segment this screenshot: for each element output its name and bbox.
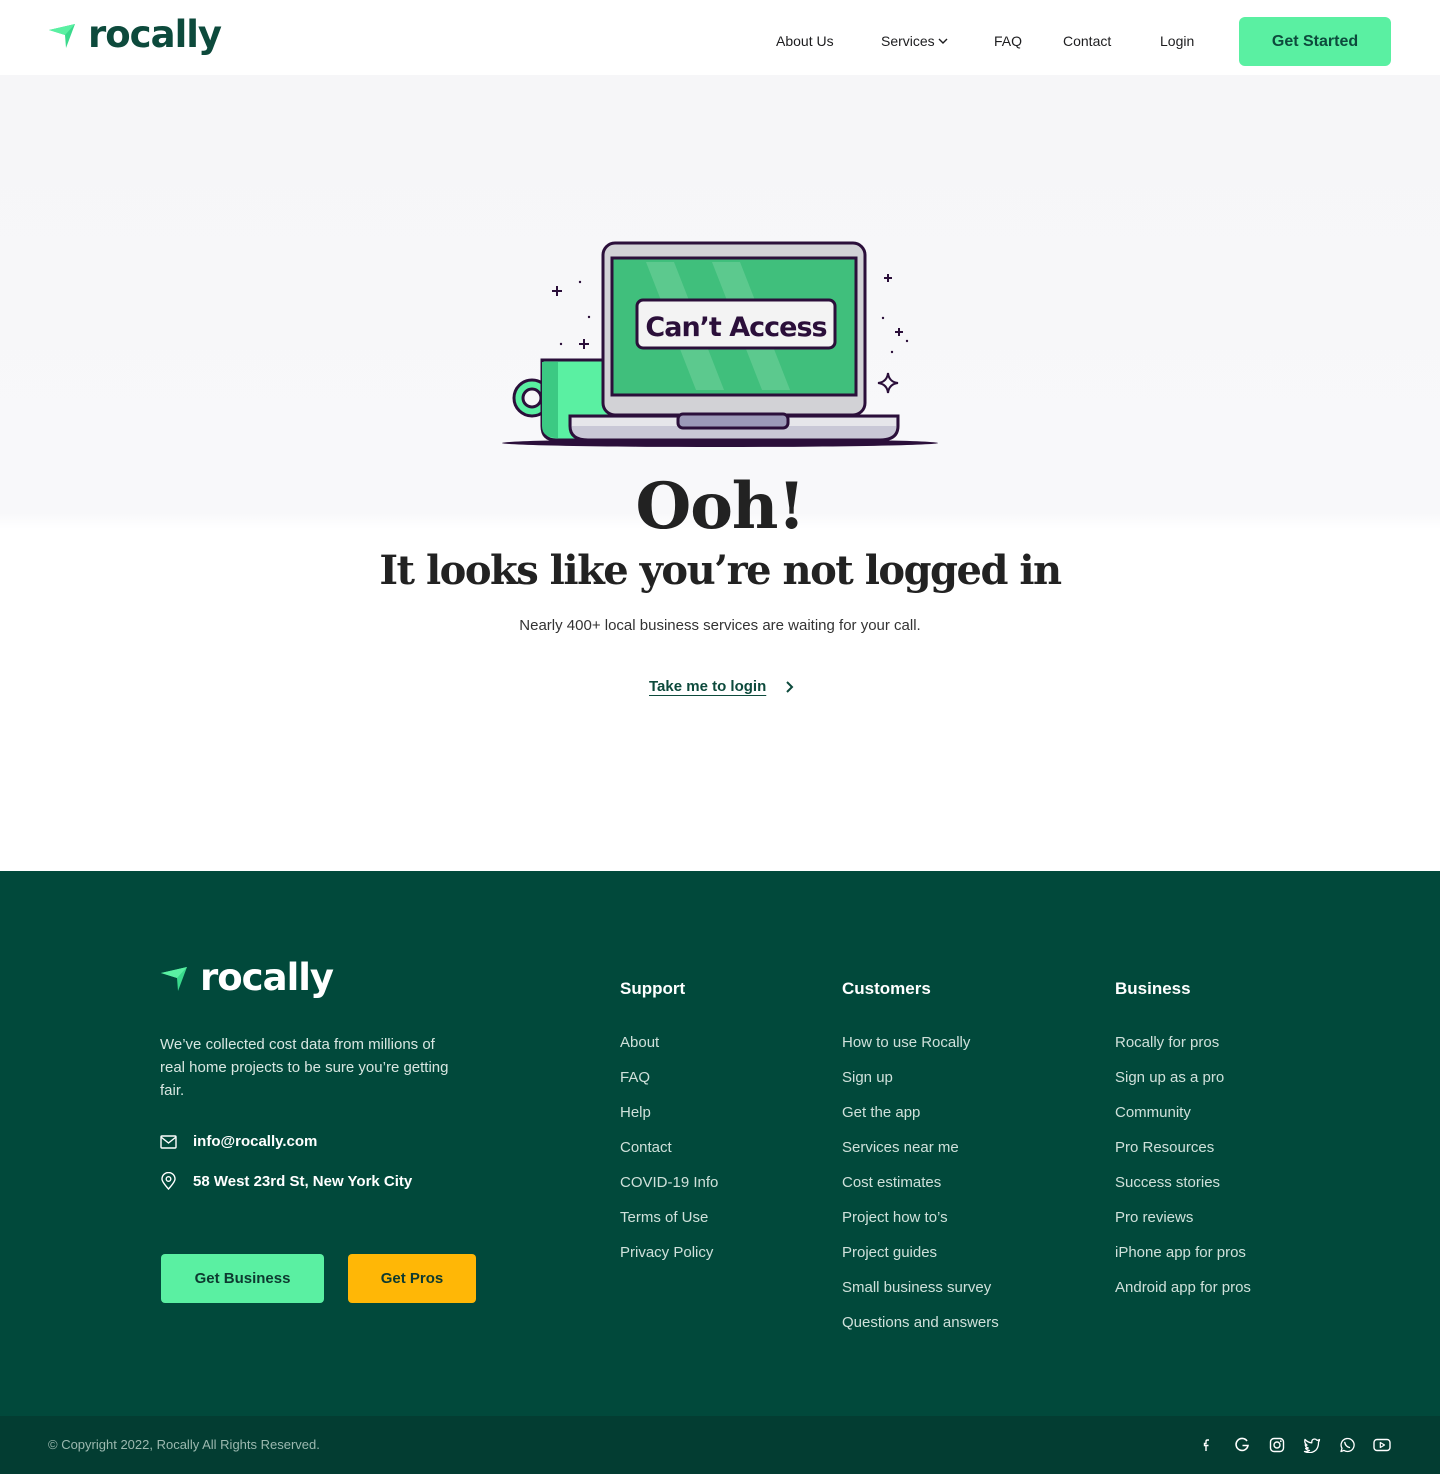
- nav-login[interactable]: Login: [1160, 31, 1194, 51]
- footer-column-support: Support About FAQ Help Contact COVID-19 …: [620, 978, 718, 1278]
- footer-link-pro-reviews[interactable]: Pro reviews: [1115, 1208, 1251, 1243]
- chevron-right-icon[interactable]: [785, 680, 795, 694]
- instagram-icon[interactable]: [1267, 1435, 1287, 1455]
- get-pros-button[interactable]: Get Pros: [348, 1254, 476, 1303]
- footer-bottom-bar: © Copyright 2022, Rocally All Rights Res…: [0, 1416, 1440, 1474]
- nav-faq[interactable]: FAQ: [994, 31, 1022, 51]
- google-icon[interactable]: [1232, 1435, 1252, 1455]
- footer-link-get-app[interactable]: Get the app: [842, 1103, 999, 1138]
- footer-link-cost-estimates[interactable]: Cost estimates: [842, 1173, 999, 1208]
- footer-link-project-guides[interactable]: Project guides: [842, 1243, 999, 1278]
- footer-link-covid-info[interactable]: COVID-19 Info: [620, 1173, 718, 1208]
- nav-about-us[interactable]: About Us: [776, 31, 834, 51]
- get-business-button[interactable]: Get Business: [161, 1254, 324, 1303]
- mail-icon: [160, 1134, 177, 1149]
- footer-link-rocally-for-pros[interactable]: Rocally for pros: [1115, 1033, 1251, 1068]
- footer-link-community[interactable]: Community: [1115, 1103, 1251, 1138]
- get-started-button[interactable]: Get Started: [1239, 17, 1391, 66]
- whatsapp-icon[interactable]: [1337, 1435, 1357, 1455]
- footer-email-text: info@rocally.com: [193, 1133, 318, 1150]
- footer-column-title: Support: [620, 979, 686, 998]
- social-links: [1197, 1435, 1392, 1455]
- chevron-down-icon: [938, 38, 948, 45]
- footer-link-faq[interactable]: FAQ: [620, 1068, 718, 1103]
- footer-link-privacy[interactable]: Privacy Policy: [620, 1243, 718, 1278]
- footer-column-title: Customers: [842, 979, 931, 998]
- site-footer: rocally We’ve collected cost data from m…: [0, 871, 1440, 1416]
- youtube-icon[interactable]: [1372, 1435, 1392, 1455]
- nav-services-label: Services: [881, 33, 935, 49]
- site-header: rocally About Us Services FAQ Contact Lo…: [0, 0, 1440, 75]
- twitter-icon[interactable]: [1302, 1435, 1322, 1455]
- footer-link-services-near-me[interactable]: Services near me: [842, 1138, 999, 1173]
- footer-about-text: We’ve collected cost data from millions …: [160, 1036, 449, 1099]
- page-subtitle: It looks like you’re not logged in: [379, 547, 1062, 594]
- footer-link-how-to-use[interactable]: How to use Rocally: [842, 1033, 999, 1068]
- footer-link-help[interactable]: Help: [620, 1103, 718, 1138]
- nav-contact[interactable]: Contact: [1063, 31, 1111, 51]
- take-me-to-login-link[interactable]: Take me to login: [649, 677, 766, 697]
- page-description: Nearly 400+ local business services are …: [519, 617, 921, 634]
- footer-link-questions[interactable]: Questions and answers: [842, 1313, 999, 1348]
- facebook-icon[interactable]: [1197, 1435, 1217, 1455]
- page-title: Ooh!: [635, 469, 805, 544]
- footer-link-android-app[interactable]: Android app for pros: [1115, 1278, 1251, 1313]
- footer-link-business-survey[interactable]: Small business survey: [842, 1278, 999, 1313]
- footer-link-about[interactable]: About: [620, 1033, 718, 1068]
- footer-link-sign-up[interactable]: Sign up: [842, 1068, 999, 1103]
- footer-address-text: 58 West 23rd St, New York City: [193, 1172, 413, 1190]
- footer-logo-text: rocally: [200, 956, 334, 999]
- footer-link-contact[interactable]: Contact: [620, 1138, 718, 1173]
- footer-column-title: Business: [1115, 979, 1191, 998]
- footer-link-sign-up-pro[interactable]: Sign up as a pro: [1115, 1068, 1251, 1103]
- cant-access-text: Can’t Access: [645, 312, 826, 343]
- location-pin-icon: [161, 1172, 176, 1190]
- footer-link-project-how-tos[interactable]: Project how to’s: [842, 1208, 999, 1243]
- footer-column-customers: Customers How to use Rocally Sign up Get…: [842, 978, 999, 1348]
- footer-link-terms[interactable]: Terms of Use: [620, 1208, 718, 1243]
- footer-link-pro-resources[interactable]: Pro Resources: [1115, 1138, 1251, 1173]
- cant-access-illustration: Can’t Access: [502, 241, 938, 447]
- footer-logo[interactable]: rocally: [160, 956, 334, 999]
- footer-column-business: Business Rocally for pros Sign up as a p…: [1115, 978, 1251, 1313]
- footer-link-success-stories[interactable]: Success stories: [1115, 1173, 1251, 1208]
- nav-services[interactable]: Services: [881, 31, 948, 51]
- footer-address: 58 West 23rd St, New York City: [160, 1172, 412, 1190]
- copyright-text: © Copyright 2022, Rocally All Rights Res…: [48, 1437, 320, 1452]
- main-nav: About Us Services FAQ Contact Login: [0, 31, 1440, 51]
- hero-section: Can’t Access Ooh! It looks like you’re n…: [0, 75, 1440, 871]
- footer-email[interactable]: info@rocally.com: [160, 1133, 317, 1150]
- logo-arrow-icon: [161, 966, 187, 991]
- footer-link-iphone-app[interactable]: iPhone app for pros: [1115, 1243, 1251, 1278]
